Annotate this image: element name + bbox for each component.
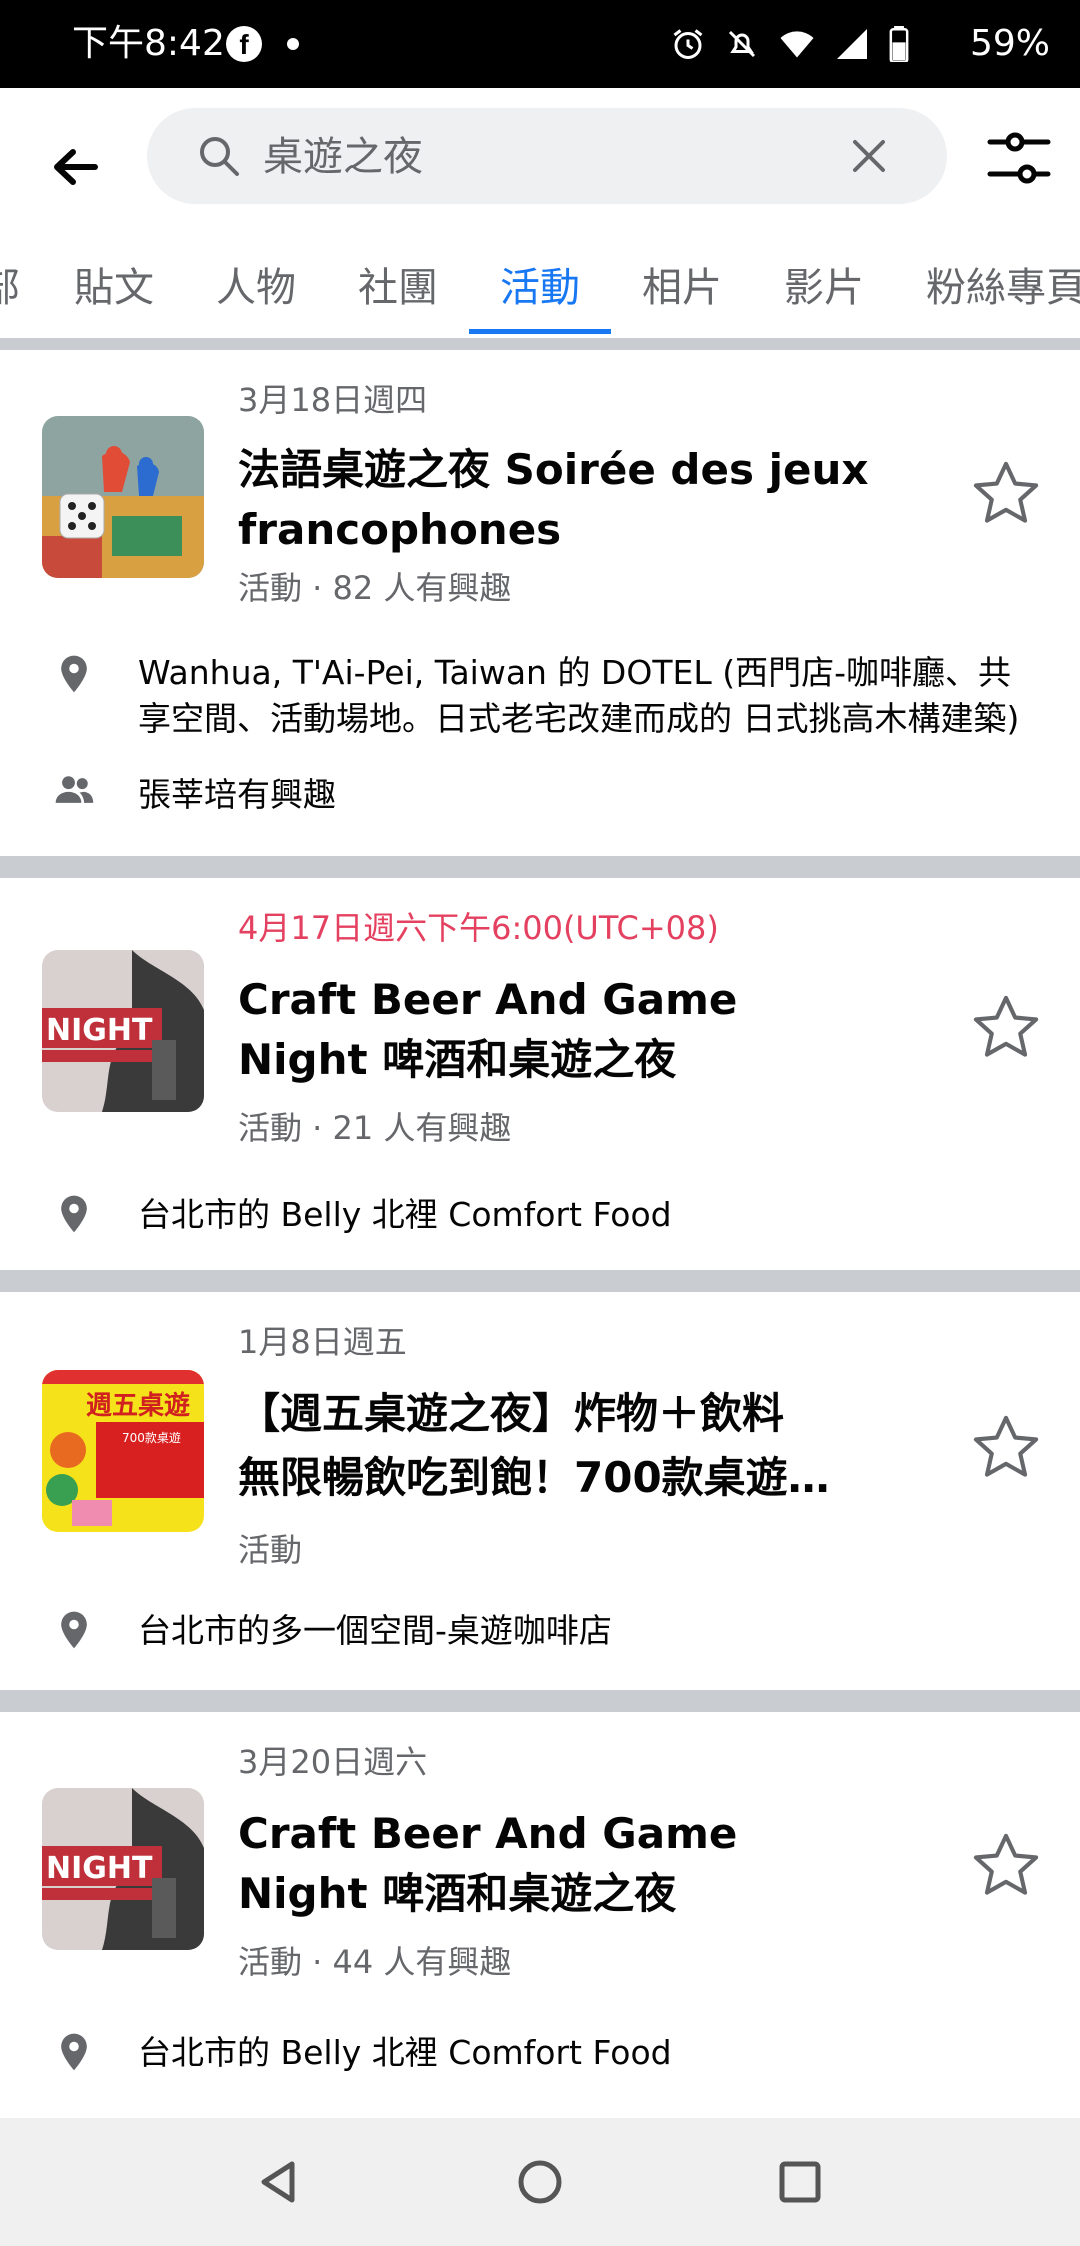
facebook-notification-icon: f xyxy=(226,26,262,62)
tab-posts[interactable]: 貼文 xyxy=(74,238,154,338)
event-date: 1月8日週五 xyxy=(238,1323,407,1361)
location-pin-icon xyxy=(61,1195,87,1233)
thumb-text: NIGHT xyxy=(46,1851,153,1886)
status-time: 下午8:42 xyxy=(72,23,225,64)
event-thumbnail: NIGHT xyxy=(42,950,204,1112)
event-card[interactable]: 週五桌遊 700款桌遊 1月8日週五 【週五桌遊之夜】炸物＋飲料 無限暢飲吃到飽… xyxy=(0,1292,1080,1690)
event-thumbnail: 週五桌遊 700款桌遊 xyxy=(42,1370,204,1532)
thumb-title-text: 週五桌遊 xyxy=(86,1390,190,1421)
alarm-icon xyxy=(673,29,703,59)
tab-all[interactable]: 部 xyxy=(0,238,20,338)
event-card[interactable]: NIGHT 4月17日週六下午6:00(UTC+08) Craft Beer A… xyxy=(0,878,1080,1270)
event-meta: 活動 · 82 人有興趣 xyxy=(238,569,512,607)
search-tabs: 部 貼文 人物 社團 活動 相片 影片 粉絲專頁 xyxy=(0,238,1080,338)
system-nav-bar xyxy=(0,2118,1080,2246)
event-date: 3月18日週四 xyxy=(238,381,428,419)
signal-icon xyxy=(837,29,867,59)
battery-percent: 59% xyxy=(970,23,1051,64)
event-thumbnail: NIGHT xyxy=(42,1788,204,1950)
status-icons xyxy=(670,24,910,64)
back-button[interactable] xyxy=(40,132,110,202)
friends-icon xyxy=(55,776,94,803)
filter-button[interactable] xyxy=(986,128,1052,188)
tab-photos[interactable]: 相片 xyxy=(642,238,722,338)
event-title-line-1[interactable]: 【週五桌遊之夜】炸物＋飲料 xyxy=(238,1384,878,1444)
tab-people[interactable]: 人物 xyxy=(216,238,296,338)
event-title[interactable]: Craft Beer And Game Night 啤酒和桌遊之夜 xyxy=(238,1804,878,1924)
battery-icon xyxy=(889,26,909,62)
event-title-line-2[interactable]: 無限暢飲吃到飽！700款桌遊… xyxy=(238,1448,878,1508)
event-date: 4月17日週六下午6:00(UTC+08) xyxy=(238,909,719,947)
tab-pages[interactable]: 粉絲專頁 xyxy=(926,238,1080,338)
event-title[interactable]: 法語桌遊之夜 Soirée des jeux francophones xyxy=(238,440,878,560)
board-game-image xyxy=(42,416,204,578)
star-icon[interactable] xyxy=(968,990,1044,1066)
event-meta: 活動 · 44 人有興趣 xyxy=(238,1943,512,1981)
event-location: Wanhua, T'Ai-Pei, Taiwan 的 DOTEL (西門店-咖啡… xyxy=(138,653,1020,738)
star-icon[interactable] xyxy=(968,456,1044,532)
event-separator xyxy=(0,856,1080,878)
nav-back-icon[interactable] xyxy=(248,2150,312,2214)
search-query: 桌遊之夜 xyxy=(263,134,423,180)
event-meta: 活動 xyxy=(238,1531,303,1569)
status-bar: 下午8:42 f 59% xyxy=(0,0,1080,88)
tab-groups[interactable]: 社團 xyxy=(358,238,438,338)
event-separator xyxy=(0,1690,1080,1712)
silent-bell-icon xyxy=(728,30,756,58)
filter-sliders-icon xyxy=(987,132,1051,184)
header-divider xyxy=(0,338,1080,350)
event-card[interactable]: 3月18日週四 法語桌遊之夜 Soirée des jeux francopho… xyxy=(0,350,1080,856)
tab-videos[interactable]: 影片 xyxy=(784,238,864,338)
star-icon[interactable] xyxy=(968,1410,1044,1486)
event-meta: 活動 · 21 人有興趣 xyxy=(238,1109,512,1147)
thumb-sub-text: 700款桌遊 xyxy=(122,1430,181,1445)
back-arrow-icon xyxy=(54,149,98,185)
event-separator xyxy=(0,1270,1080,1292)
craft-beer-image: NIGHT xyxy=(42,950,204,1112)
event-card[interactable]: NIGHT 3月20日週六 Craft Beer And Game Night … xyxy=(0,1712,1080,2108)
search-input[interactable]: 桌遊之夜 xyxy=(147,108,947,204)
location-pin-icon xyxy=(61,2033,87,2071)
wifi-icon xyxy=(780,31,814,58)
star-icon[interactable] xyxy=(968,1828,1044,1904)
clear-search-icon[interactable] xyxy=(847,134,891,178)
event-location: 台北市的 Belly 北裡 Comfort Food xyxy=(138,1195,672,1234)
friday-boardgame-image: 週五桌遊 700款桌遊 xyxy=(42,1370,204,1532)
event-location: 台北市的 Belly 北裡 Comfort Food xyxy=(138,2033,672,2072)
event-title[interactable]: Craft Beer And Game Night 啤酒和桌遊之夜 xyxy=(238,970,878,1090)
search-icon xyxy=(200,137,239,176)
search-header: 桌遊之夜 部 貼文 人物 社團 活動 相片 影片 粉絲專頁 xyxy=(0,88,1080,338)
tab-events[interactable]: 活動 xyxy=(500,238,580,338)
craft-beer-image: NIGHT xyxy=(42,1788,204,1950)
notification-dot-icon xyxy=(287,38,299,50)
event-thumbnail xyxy=(42,416,204,578)
event-date: 3月20日週六 xyxy=(238,1743,428,1781)
nav-home-icon[interactable] xyxy=(508,2150,572,2214)
active-tab-indicator xyxy=(469,329,611,334)
event-location: 台北市的多一個空間-桌遊咖啡店 xyxy=(138,1611,612,1650)
location-pin-icon xyxy=(61,1611,87,1649)
thumb-text: NIGHT xyxy=(46,1013,153,1048)
event-friends-interested: 張莘培有興趣 xyxy=(138,775,336,814)
location-pin-icon xyxy=(61,655,87,693)
nav-recents-icon[interactable] xyxy=(768,2150,832,2214)
